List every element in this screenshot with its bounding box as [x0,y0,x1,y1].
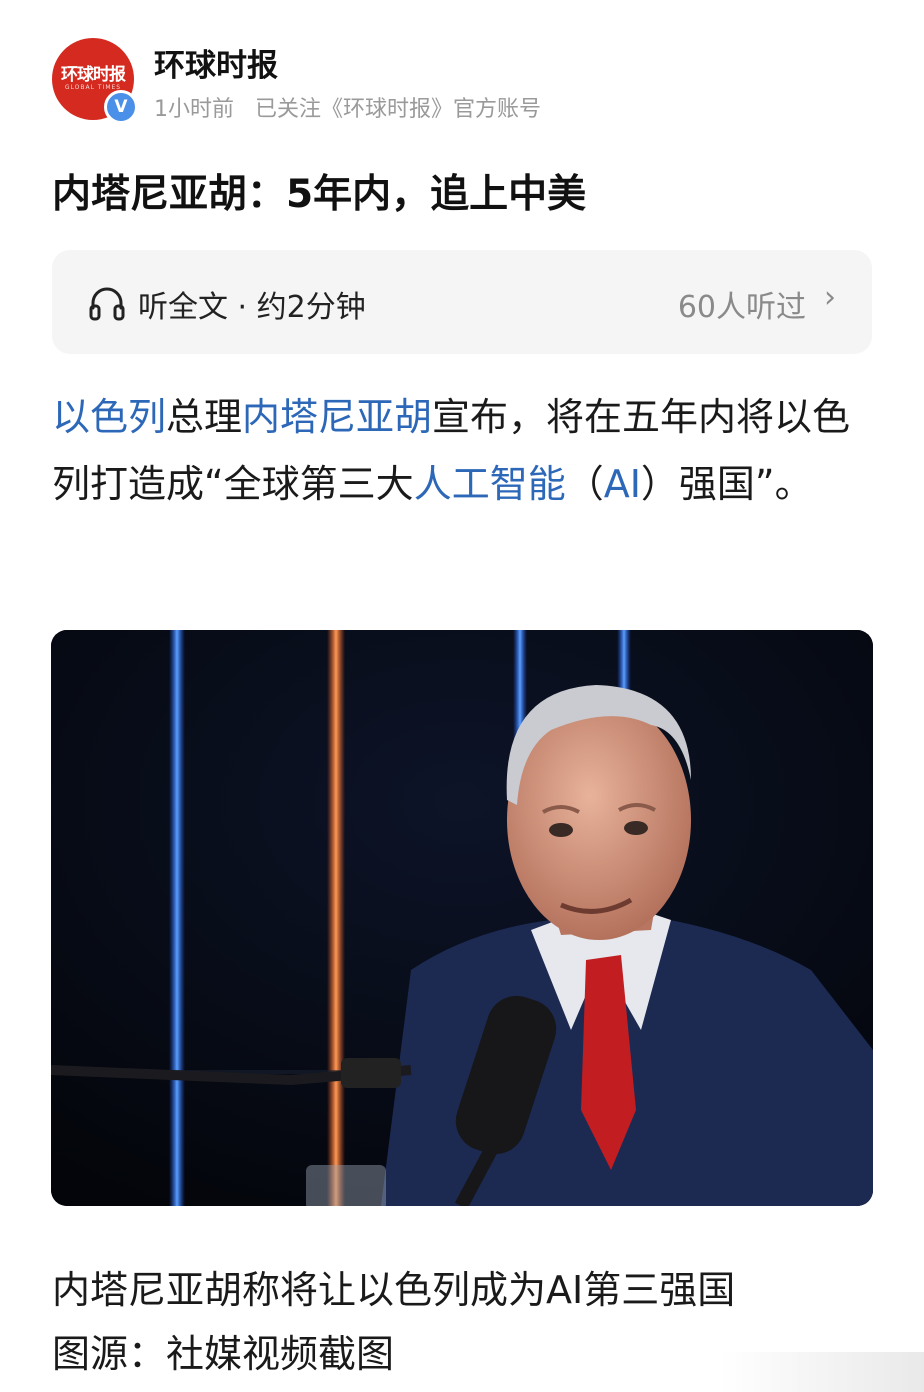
orange-light-bar [327,630,345,1206]
link-israel[interactable]: 以色列 [52,395,166,439]
publish-time: 1小时前 [154,97,234,122]
link-netanyahu[interactable]: 内塔尼亚胡 [242,395,432,439]
article-paragraph: 以色列总理内塔尼亚胡宣布，将在五年内将以色列打造成“全球第三大人工智能（AI）强… [52,384,882,518]
verified-badge-icon: V [104,90,138,124]
bottom-edge-fade [720,1352,924,1392]
link-artificial-intelligence[interactable]: 人工智能 [414,462,566,506]
listen-full-text-bar[interactable]: 听全文 · 约2分钟 60人听过 › [52,250,872,354]
paragraph-text-1: 总理 [166,395,243,439]
photo-illustration [51,630,873,1206]
article-photo[interactable] [51,630,873,1206]
listen-label: 听全文 · 约2分钟 [138,290,366,325]
follow-status: 已关注《环球时报》官方账号 [255,97,542,122]
paragraph-text-4: ）强国”。 [640,462,813,506]
article-title: 内塔尼亚胡：5年内，追上中美 [52,172,587,217]
source-name[interactable]: 环球时报 [154,40,278,85]
image-caption: 内塔尼亚胡称将让以色列成为AI第三强国 [52,1268,736,1312]
article-header: 环球时报 GLOBAL TIMES V 环球时报 1小时前 已关注《环球时报》官… [52,38,872,124]
article-meta: 1小时前 已关注《环球时报》官方账号 [154,91,555,123]
paragraph-text-3: （ [565,462,604,506]
listen-count: 60人听过 [677,290,806,325]
link-ai[interactable]: AI [604,462,641,506]
water-glass [306,1165,386,1206]
headphones-icon [89,287,125,321]
logo-text: 环球时报 [61,65,126,85]
blue-light-bar [169,630,185,1206]
chevron-right-icon: › [824,280,836,315]
